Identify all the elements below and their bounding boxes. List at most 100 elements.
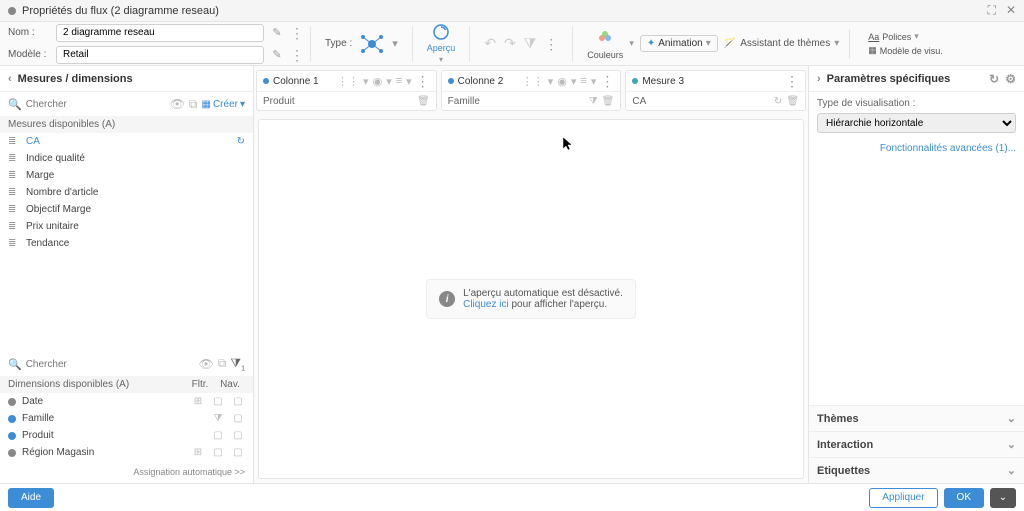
shelf[interactable]: Mesure 3⋮CA↻🗑 (625, 70, 806, 111)
filter-toggle-icon[interactable]: ▢ (211, 447, 225, 458)
filter-icon[interactable]: ⧩ (589, 96, 598, 107)
accordion-thèmes[interactable]: Thèmes⌄ (809, 405, 1024, 431)
measure-item[interactable]: ≣Tendance (0, 235, 253, 252)
apply-button[interactable]: Appliquer (869, 488, 937, 508)
type-dropdown-icon[interactable]: ▾ (392, 37, 398, 50)
measure-item[interactable]: ≣Objectif Marge (0, 201, 253, 218)
measures-search-input[interactable] (26, 99, 166, 110)
filter-toggle-icon[interactable]: ▢ (211, 430, 225, 441)
nav-toggle-icon[interactable]: ▢ (231, 430, 245, 441)
dimension-item[interactable]: Famille⧩▢ (0, 410, 253, 427)
edit-model-icon[interactable]: ✎ (270, 48, 284, 62)
dim-dot-icon (8, 449, 16, 457)
model-menu-icon[interactable]: ⋮ (290, 48, 304, 62)
nav-toggle-icon[interactable]: ▢ (231, 396, 245, 407)
model-input[interactable] (56, 46, 264, 64)
preview-button[interactable]: Aperçu ▾ (427, 23, 456, 64)
measure-item[interactable]: ≣Marge (0, 167, 253, 184)
filter-icon[interactable]: ⧩1 (230, 356, 245, 372)
magic-wand-icon: 🪄 (724, 38, 736, 49)
bars-icon[interactable]: ≡ (396, 75, 402, 87)
close-icon[interactable]: ✕ (1006, 3, 1016, 18)
link-icon[interactable]: 👁 (199, 357, 214, 371)
chevron-left-icon: ‹ (8, 73, 12, 85)
shelf[interactable]: Colonne 1⋮⋮ ▾ ◉ ▾ ≡ ▾ ⋮Produit🗑 (256, 70, 437, 111)
circle-icon[interactable]: ◉ (373, 75, 383, 88)
edit-name-icon[interactable]: ✎ (270, 26, 284, 40)
refresh-icon[interactable]: ↻ (237, 136, 245, 147)
grip-icon[interactable]: ⋮⋮ (522, 75, 544, 88)
hierarchy-icon[interactable]: ⊞ (191, 396, 205, 407)
visu-model-button[interactable]: ▦Modèle de visu. (868, 45, 943, 56)
ok-button[interactable]: OK (944, 488, 984, 508)
window-title: Propriétés du flux (2 diagramme reseau) (22, 5, 219, 17)
filter-toggle-icon[interactable]: ⧩ (211, 413, 225, 424)
dimension-item[interactable]: Région Magasin⊞▢▢ (0, 444, 253, 461)
maximize-icon[interactable]: ⛶ (988, 3, 996, 18)
dimension-item[interactable]: Produit▢▢ (0, 427, 253, 444)
themes-assistant-button[interactable]: 🪄 Assistant de thèmes ▾ (724, 38, 840, 49)
create-button[interactable]: ▦Créer ▾ (202, 99, 246, 110)
measure-icon: ≣ (8, 187, 20, 198)
circle-icon[interactable]: ◉ (557, 75, 567, 88)
hierarchy-icon[interactable] (191, 413, 205, 424)
auto-assign-link[interactable]: Assignation automatique >> (0, 461, 253, 483)
name-menu-icon[interactable]: ⋮ (290, 26, 304, 40)
bars-icon[interactable]: ≡ (580, 75, 586, 87)
vis-type-select[interactable]: Hiérarchie horizontale (817, 113, 1016, 133)
animation-button[interactable]: ✦ Animation ▾ (640, 35, 718, 52)
measure-item[interactable]: ≣CA↻ (0, 133, 253, 150)
measure-icon: ≣ (8, 204, 20, 215)
type-network-icon[interactable] (358, 30, 386, 58)
dim-dot-icon (8, 415, 16, 423)
right-panel: › Paramètres spécifiques ↻ ⚙ Type de vis… (808, 66, 1024, 483)
collapse-button[interactable]: ⌄ (990, 488, 1016, 508)
grip-icon[interactable]: ⋮⋮ (337, 75, 359, 88)
redo-icon[interactable]: ↷ (504, 35, 516, 52)
preview-click-link[interactable]: Cliquez ici (463, 299, 509, 310)
name-input[interactable] (56, 24, 264, 42)
undo-icon[interactable]: ↶ (484, 35, 496, 52)
shelf-menu-icon[interactable]: ⋮ (600, 74, 614, 88)
refresh-icon[interactable]: ↻ (989, 72, 999, 86)
copy-icon[interactable]: ⧉ (218, 356, 227, 371)
gear-icon[interactable]: ⚙ (1005, 72, 1016, 86)
hierarchy-icon[interactable]: ⊞ (191, 447, 205, 458)
trash-icon[interactable]: 🗑 (602, 96, 615, 107)
measure-icon: ≣ (8, 170, 20, 181)
nav-toggle-icon[interactable]: ▢ (231, 447, 245, 458)
shelf-menu-icon[interactable]: ⋮ (785, 74, 799, 88)
dim-dot-icon (8, 432, 16, 440)
shelf-menu-icon[interactable]: ⋮ (416, 74, 430, 88)
trash-icon[interactable]: 🗑 (786, 96, 799, 107)
palette-icon[interactable] (595, 28, 615, 48)
copy-icon[interactable]: ⧉ (189, 97, 198, 112)
filter-toggle-icon[interactable]: ▢ (211, 396, 225, 407)
advanced-features-link[interactable]: Fonctionnalités avancées (1)... (809, 139, 1024, 158)
dimensions-search-input[interactable] (26, 359, 195, 370)
help-button[interactable]: Aide (8, 488, 54, 508)
measure-icon: ≣ (8, 136, 20, 147)
filter-icon[interactable]: ⧩ (524, 35, 537, 52)
refresh-icon[interactable]: ↻ (774, 96, 782, 107)
measure-item[interactable]: ≣Nombre d'article (0, 184, 253, 201)
accordion-etiquettes[interactable]: Etiquettes⌄ (809, 457, 1024, 483)
colors-dropdown-icon[interactable]: ▾ (629, 38, 634, 49)
accordion-interaction[interactable]: Interaction⌄ (809, 431, 1024, 457)
measures-dimensions-header[interactable]: ‹ Mesures / dimensions (0, 66, 253, 92)
hierarchy-icon[interactable] (191, 430, 205, 441)
nav-toggle-icon[interactable]: ▢ (231, 413, 245, 424)
fonts-button[interactable]: AaPolices ▾ (868, 31, 943, 42)
shelf[interactable]: Colonne 2⋮⋮ ▾ ◉ ▾ ≡ ▾ ⋮Famille⧩🗑 (441, 70, 622, 111)
info-icon: i (439, 291, 455, 307)
dimension-item[interactable]: Date⊞▢▢ (0, 393, 253, 410)
more-icon[interactable]: ⋮ (544, 37, 558, 51)
link-icon[interactable]: 👁 (170, 97, 185, 111)
preview-area: i L'aperçu automatique est désactivé. Cl… (258, 119, 804, 479)
trash-icon[interactable]: 🗑 (417, 96, 430, 107)
specific-params-header[interactable]: › Paramètres spécifiques ↻ ⚙ (809, 66, 1024, 92)
measure-item[interactable]: ≣Prix unitaire (0, 218, 253, 235)
measure-item[interactable]: ≣Indice qualité (0, 150, 253, 167)
name-label: Nom : (8, 27, 50, 38)
measure-icon: ≣ (8, 221, 20, 232)
